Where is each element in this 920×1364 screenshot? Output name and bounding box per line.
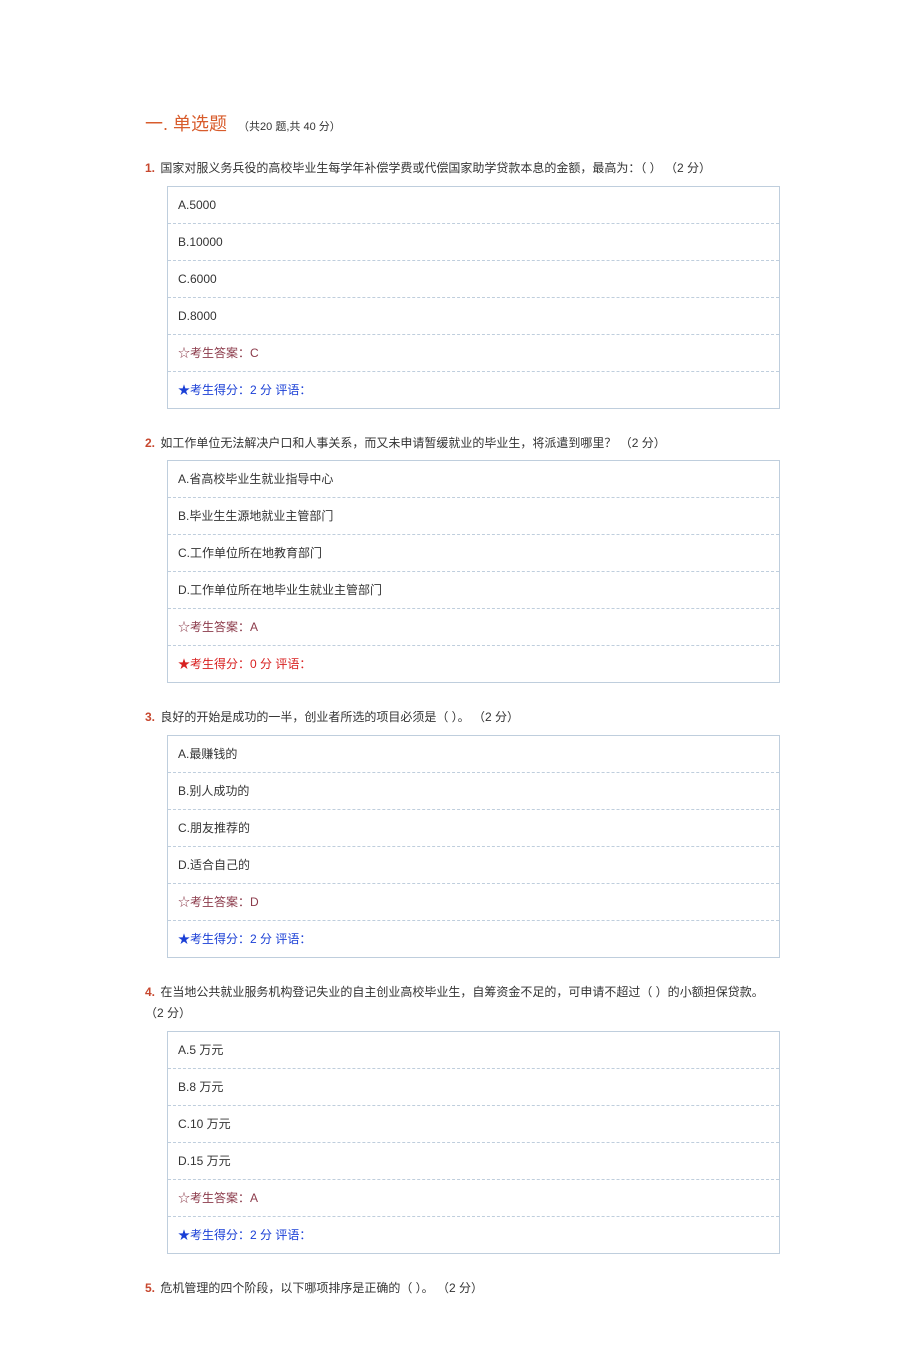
option: D.工作单位所在地毕业生就业主管部门 bbox=[168, 572, 779, 609]
question-number: 3. bbox=[145, 710, 155, 724]
student-score-row: ★考生得分：2 分 评语： bbox=[168, 921, 779, 957]
student-answer-row: ☆考生答案：A bbox=[168, 1180, 779, 1217]
question-points: （2 分） bbox=[616, 436, 665, 450]
question: 5. 危机管理的四个阶段，以下哪项排序是正确的（ ）。 （2 分） bbox=[145, 1278, 780, 1300]
section-name: 单选题 bbox=[173, 114, 227, 134]
section-header: 一. 单选题 （共20 题,共 40 分） bbox=[145, 110, 780, 136]
student-score-row: ★考生得分：0 分 评语： bbox=[168, 646, 779, 682]
question-points: （2 分） bbox=[662, 161, 711, 175]
question-text: 国家对服义务兵役的高校毕业生每学年补偿学费或代偿国家助学贷款本息的金额，最高为：… bbox=[157, 161, 662, 175]
section-summary: （共20 题,共 40 分） bbox=[238, 121, 341, 133]
question-text: 良好的开始是成功的一半，创业者所选的项目必须是（ ）。 bbox=[157, 710, 470, 724]
section-number: 一 bbox=[145, 114, 163, 134]
option: D.15 万元 bbox=[168, 1143, 779, 1180]
questions-list: 1. 国家对服义务兵役的高校毕业生每学年补偿学费或代偿国家助学贷款本息的金额，最… bbox=[145, 158, 780, 1300]
question-stem: 5. 危机管理的四个阶段，以下哪项排序是正确的（ ）。 （2 分） bbox=[145, 1278, 780, 1300]
student-answer-row: ☆考生答案：D bbox=[168, 884, 779, 921]
option: B.毕业生生源地就业主管部门 bbox=[168, 498, 779, 535]
option: C.10 万元 bbox=[168, 1106, 779, 1143]
option: B.别人成功的 bbox=[168, 773, 779, 810]
option: B.10000 bbox=[168, 224, 779, 261]
option: A.5 万元 bbox=[168, 1032, 779, 1069]
question: 1. 国家对服义务兵役的高校毕业生每学年补偿学费或代偿国家助学贷款本息的金额，最… bbox=[145, 158, 780, 409]
options-box: A.5 万元B.8 万元C.10 万元D.15 万元☆考生答案：A★考生得分：2… bbox=[167, 1031, 780, 1254]
question-number: 4. bbox=[145, 985, 155, 999]
option: D.8000 bbox=[168, 298, 779, 335]
options-box: A.最赚钱的B.别人成功的C.朋友推荐的D.适合自己的☆考生答案：D★考生得分：… bbox=[167, 735, 780, 958]
options-box: A.省高校毕业生就业指导中心B.毕业生生源地就业主管部门C.工作单位所在地教育部… bbox=[167, 460, 780, 683]
options-box: A.5000B.10000C.6000D.8000☆考生答案：C★考生得分：2 … bbox=[167, 186, 780, 409]
question: 3. 良好的开始是成功的一半，创业者所选的项目必须是（ ）。 （2 分） A.最赚… bbox=[145, 707, 780, 958]
question-stem: 1. 国家对服义务兵役的高校毕业生每学年补偿学费或代偿国家助学贷款本息的金额，最… bbox=[145, 158, 780, 180]
option: B.8 万元 bbox=[168, 1069, 779, 1106]
question: 4. 在当地公共就业服务机构登记失业的自主创业高校毕业生，自筹资金不足的，可申请… bbox=[145, 982, 780, 1254]
question-text: 在当地公共就业服务机构登记失业的自主创业高校毕业生，自筹资金不足的，可申请不超过… bbox=[157, 985, 764, 999]
option: A.最赚钱的 bbox=[168, 736, 779, 773]
question-stem: 3. 良好的开始是成功的一半，创业者所选的项目必须是（ ）。 （2 分） bbox=[145, 707, 780, 729]
option: A.5000 bbox=[168, 187, 779, 224]
question-text: 如工作单位无法解决户口和人事关系，而又未申请暂缓就业的毕业生，将派遣到哪里？ bbox=[157, 436, 616, 450]
question-number: 1. bbox=[145, 161, 155, 175]
question-points: （2 分） bbox=[145, 1006, 191, 1020]
option: C.工作单位所在地教育部门 bbox=[168, 535, 779, 572]
option: C.朋友推荐的 bbox=[168, 810, 779, 847]
question-points: （2 分） bbox=[434, 1281, 483, 1295]
question-number: 2. bbox=[145, 436, 155, 450]
question-number: 5. bbox=[145, 1281, 155, 1295]
student-answer-row: ☆考生答案：A bbox=[168, 609, 779, 646]
student-score-row: ★考生得分：2 分 评语： bbox=[168, 1217, 779, 1253]
question: 2. 如工作单位无法解决户口和人事关系，而又未申请暂缓就业的毕业生，将派遣到哪里… bbox=[145, 433, 780, 684]
option: C.6000 bbox=[168, 261, 779, 298]
question-stem: 2. 如工作单位无法解决户口和人事关系，而又未申请暂缓就业的毕业生，将派遣到哪里… bbox=[145, 433, 780, 455]
option: D.适合自己的 bbox=[168, 847, 779, 884]
question-text: 危机管理的四个阶段，以下哪项排序是正确的（ ）。 bbox=[157, 1281, 434, 1295]
section-title: 一. 单选题 bbox=[145, 114, 232, 134]
question-points: （2 分） bbox=[470, 710, 519, 724]
option: A.省高校毕业生就业指导中心 bbox=[168, 461, 779, 498]
student-score-row: ★考生得分：2 分 评语： bbox=[168, 372, 779, 408]
question-stem: 4. 在当地公共就业服务机构登记失业的自主创业高校毕业生，自筹资金不足的，可申请… bbox=[145, 982, 780, 1025]
student-answer-row: ☆考生答案：C bbox=[168, 335, 779, 372]
